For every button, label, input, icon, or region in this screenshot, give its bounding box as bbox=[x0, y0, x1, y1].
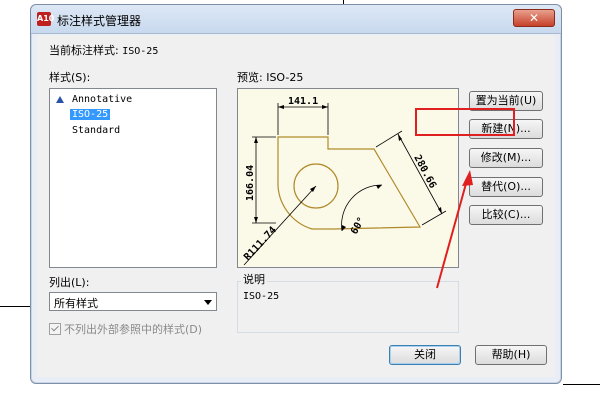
annotation-arrow bbox=[436, 170, 473, 289]
